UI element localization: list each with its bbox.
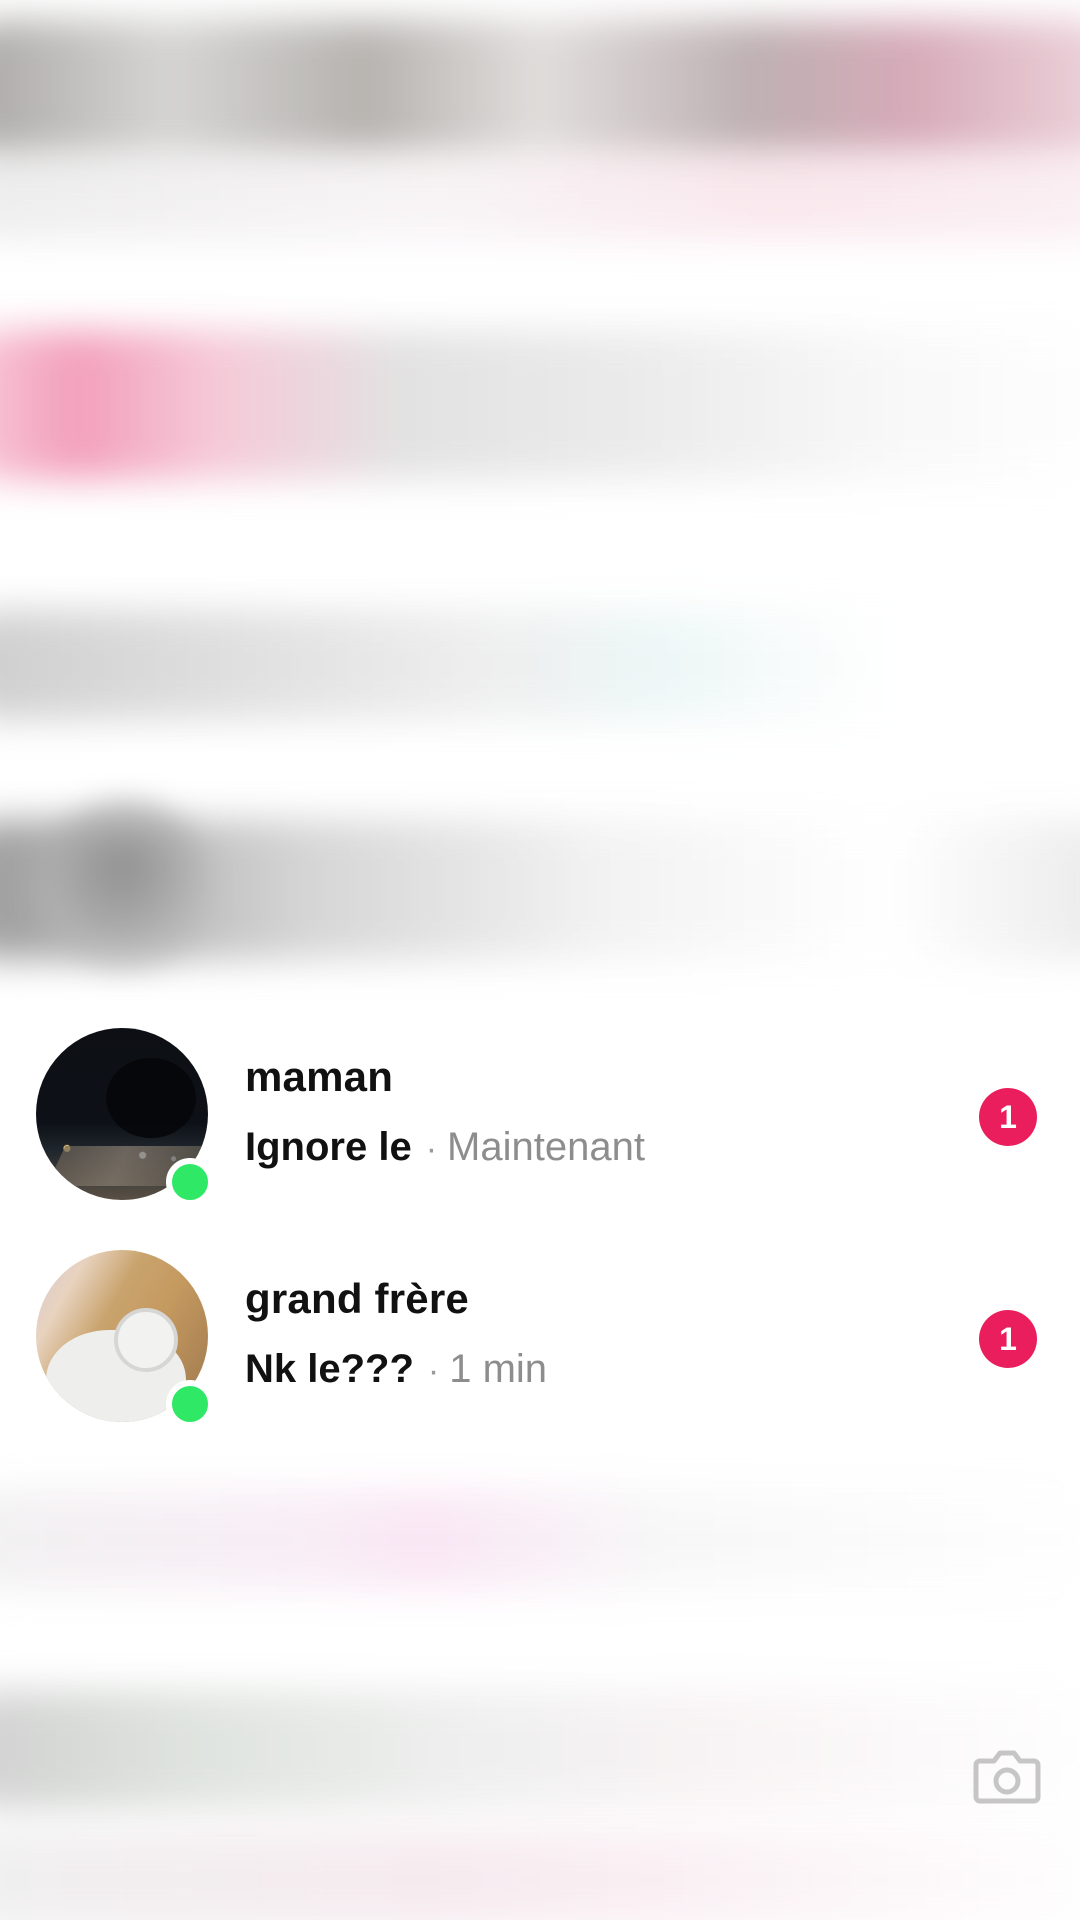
unread-badge: 1 <box>979 1088 1037 1146</box>
avatar-container[interactable] <box>36 1028 214 1206</box>
blurred-background-band <box>0 1690 1080 1810</box>
blurred-background-band <box>0 1490 1080 1590</box>
conversation-row-maman[interactable]: maman Ignore le · Maintenant 1 <box>0 1015 1080 1215</box>
separator-dot: · <box>427 1352 440 1390</box>
unread-badge: 1 <box>979 1310 1037 1368</box>
blurred-background-band <box>0 1830 1080 1920</box>
camera-icon <box>973 1750 1041 1804</box>
last-message: Nk le??? <box>245 1347 414 1391</box>
blurred-background-band <box>0 20 1080 160</box>
avatar-photo-hood <box>114 1308 178 1372</box>
separator-dot: · <box>425 1130 438 1168</box>
message-time: Maintenant <box>447 1125 645 1169</box>
contact-name: grand frère <box>245 1275 469 1322</box>
blurred-background-band <box>0 330 1080 480</box>
blurred-avatar <box>40 800 210 970</box>
camera-button[interactable] <box>972 1745 1042 1807</box>
online-status-indicator <box>166 1158 214 1206</box>
message-time: 1 min <box>449 1347 548 1391</box>
last-message: Ignore le <box>245 1125 412 1169</box>
online-status-indicator <box>166 1380 214 1428</box>
message-preview: Ignore le · Maintenant <box>245 1125 645 1170</box>
blurred-background-band <box>0 610 1080 720</box>
conversation-row-grand-frere[interactable]: grand frère Nk le??? · 1 min 1 <box>0 1237 1080 1437</box>
avatar-photo-tree <box>106 1058 196 1138</box>
message-preview: Nk le??? · 1 min <box>245 1347 547 1392</box>
contact-name: maman <box>245 1053 394 1100</box>
blurred-background-band <box>0 150 1080 240</box>
chat-list-screen: maman Ignore le · Maintenant 1 grand frère… <box>0 0 1080 1920</box>
avatar-container[interactable] <box>36 1250 214 1428</box>
